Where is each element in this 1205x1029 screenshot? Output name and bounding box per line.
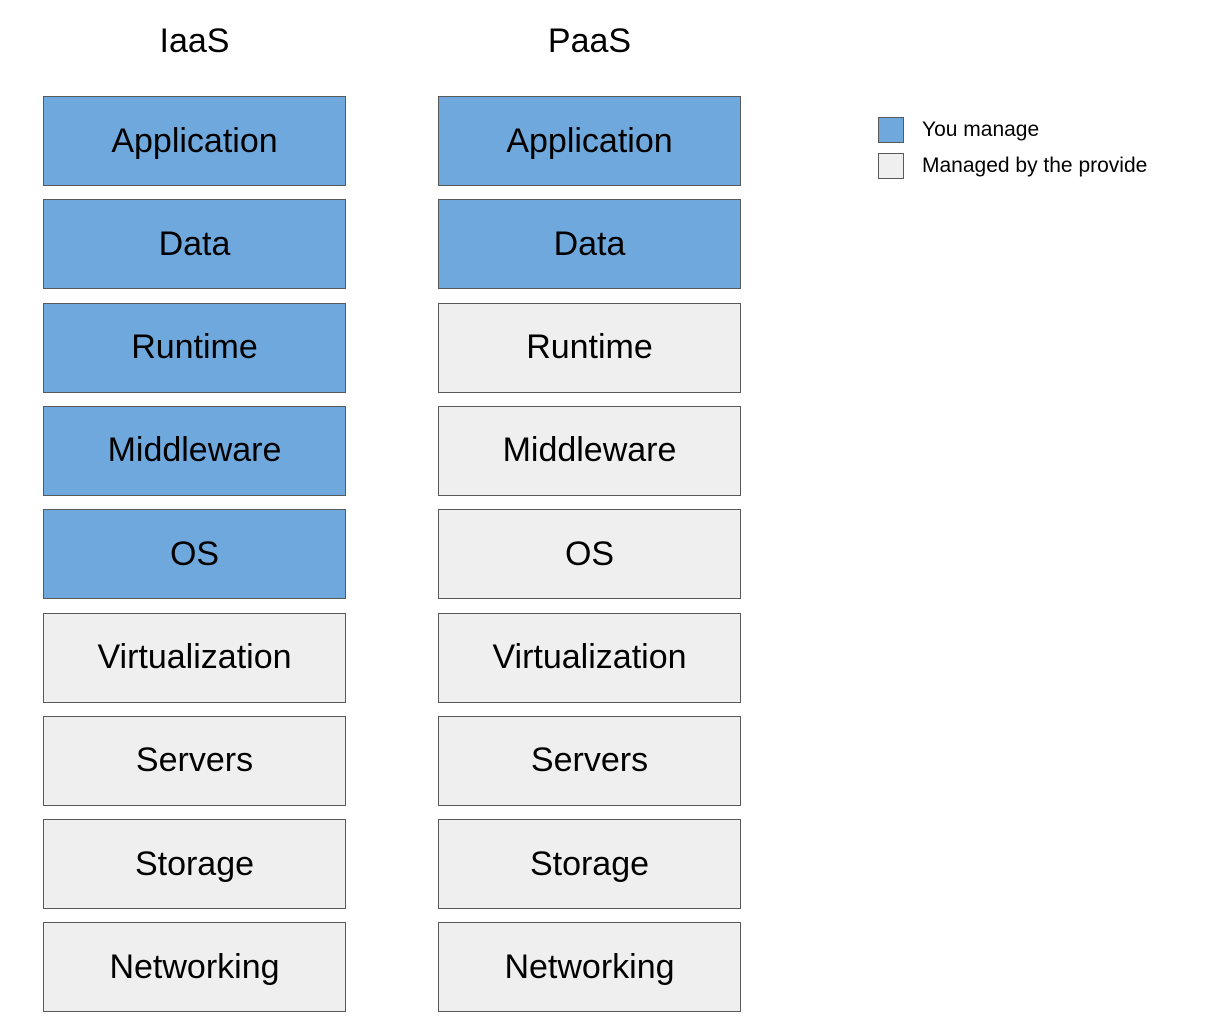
layer-box-paas-middleware: Middleware	[438, 405, 741, 496]
legend-label: You manage	[922, 118, 1040, 141]
layer-box-paas-runtime: Runtime	[438, 302, 741, 393]
legend-item: Managed by the provide	[878, 153, 1147, 179]
legend-item: You manage	[878, 117, 1039, 143]
layer-box-paas-networking: Networking	[438, 922, 741, 1013]
column-title-paas: PaaS	[547, 22, 632, 60]
layer-box-iaas-networking: Networking	[43, 922, 346, 1013]
layer-box-paas-application: Application	[438, 96, 741, 186]
layer-box-iaas-application: Application	[43, 96, 346, 186]
layer-box-iaas-storage: Storage	[43, 819, 346, 910]
legend-swatch	[878, 153, 904, 179]
layer-box-iaas-virtualization: Virtualization	[43, 612, 346, 703]
column-title-iaas: IaaS	[159, 22, 230, 60]
layer-box-iaas-servers: Servers	[43, 715, 346, 806]
layer-box-iaas-middleware: Middleware	[43, 405, 346, 496]
layer-box-paas-servers: Servers	[438, 715, 741, 806]
layer-box-paas-data: Data	[438, 199, 741, 290]
layer-box-iaas-data: Data	[43, 199, 346, 290]
layer-box-iaas-os: OS	[43, 509, 346, 600]
layer-box-paas-os: OS	[438, 509, 741, 600]
layer-box-iaas-runtime: Runtime	[43, 302, 346, 393]
legend-label: Managed by the provide	[922, 154, 1148, 177]
legend-swatch	[878, 117, 904, 143]
layer-box-paas-storage: Storage	[438, 819, 741, 910]
layer-box-paas-virtualization: Virtualization	[438, 612, 741, 703]
